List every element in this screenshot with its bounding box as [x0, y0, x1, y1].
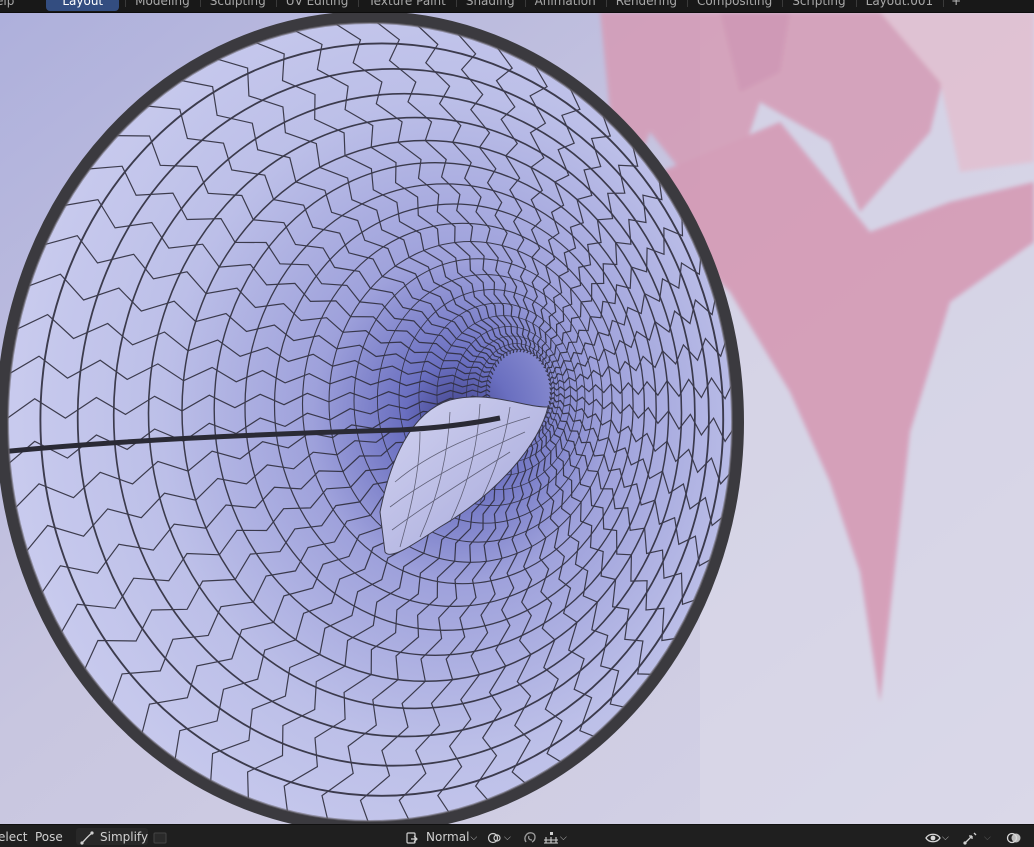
overlay-icon	[1006, 832, 1021, 843]
menu-help[interactable]: elp	[0, 0, 18, 8]
eye-icon	[925, 833, 941, 842]
tab-layout[interactable]: Layout	[46, 0, 120, 11]
blender-window: elp Layout Modeling Sculpting UV Editing…	[0, 0, 1034, 847]
transform-orientation-dropdown[interactable]: Normal⌵	[426, 825, 477, 847]
simplify-label: Simplify	[100, 830, 149, 844]
pivot-point-dropdown[interactable]: ⌵	[487, 825, 511, 847]
viewport-header: elect Pose Simplify Normal⌵ ⌵ ⌵ ⌵ ⌵	[0, 824, 1034, 847]
3d-viewport[interactable]	[0, 12, 1034, 824]
tab-texture-paint[interactable]: Texture Paint	[358, 0, 455, 11]
snap-increment-icon	[544, 831, 558, 844]
tab-layout-001[interactable]: Layout.001	[855, 0, 944, 11]
tab-animation[interactable]: Animation	[524, 0, 606, 11]
curve-draw-icon	[80, 825, 94, 847]
chevron-down-icon: ⌵	[560, 832, 567, 843]
transform-orientation-icon	[405, 825, 419, 847]
chevron-down-icon: ⌵	[984, 832, 991, 843]
tab-sculpting[interactable]: Sculpting	[199, 0, 276, 11]
add-workspace-button[interactable]: +	[943, 0, 969, 11]
workspace-tab-bar: elp Layout Modeling Sculpting UV Editing…	[0, 0, 1034, 13]
tab-uv-editing[interactable]: UV Editing	[275, 0, 359, 11]
gizmo-dropdown[interactable]: ⌵	[983, 825, 991, 847]
visibility-dropdown[interactable]: ⌵	[925, 825, 949, 847]
gizmo-icon	[963, 832, 977, 845]
pose-menu[interactable]: Pose	[35, 825, 63, 847]
chevron-down-icon: ⌵	[504, 832, 511, 843]
tab-rendering[interactable]: Rendering	[605, 0, 687, 11]
tab-modeling[interactable]: Modeling	[125, 0, 200, 11]
gizmo-toggle[interactable]	[962, 825, 978, 847]
snap-target-dropdown[interactable]: ⌵	[543, 825, 567, 847]
overlays-toggle[interactable]	[1006, 825, 1022, 847]
tube-mesh	[0, 12, 744, 824]
chevron-down-icon: ⌵	[942, 832, 949, 843]
snap-magnet-icon	[524, 831, 536, 843]
select-menu[interactable]: elect	[0, 825, 27, 847]
chevron-down-icon: ⌵	[470, 832, 478, 843]
snap-toggle[interactable]	[523, 825, 537, 847]
orientation-label: Normal	[426, 830, 470, 844]
simplify-settings-icon[interactable]	[153, 825, 167, 847]
tab-shading[interactable]: Shading	[455, 0, 525, 11]
viewport-render	[0, 12, 1034, 824]
tab-scripting[interactable]: Scripting	[782, 0, 855, 11]
pivot-point-icon	[487, 832, 501, 843]
tab-compositing[interactable]: Compositing	[687, 0, 782, 11]
